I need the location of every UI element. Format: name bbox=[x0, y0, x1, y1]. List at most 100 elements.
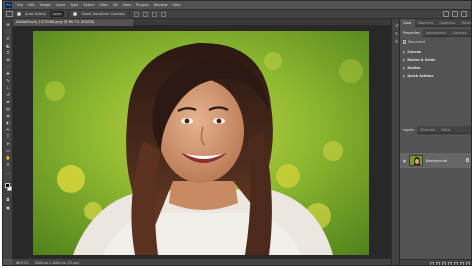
auto-select-label: Auto-Select: bbox=[25, 12, 47, 16]
menu-plugins[interactable]: Plugins bbox=[136, 1, 149, 9]
quick-mask-icon[interactable]: ◘ bbox=[5, 197, 11, 202]
properties-panel: Document ▶ Canvas ▶ Rulers & Grids ▶ Gui… bbox=[400, 38, 471, 128]
layer-name: Background bbox=[426, 158, 448, 163]
portrait-photo bbox=[33, 31, 369, 255]
tab-properties[interactable]: Properties bbox=[400, 28, 423, 37]
history-panel-icon[interactable]: ↺ bbox=[394, 23, 399, 28]
options-divider bbox=[129, 10, 130, 18]
layer-thumbnail bbox=[409, 155, 424, 166]
document-tab[interactable]: AdobeStock_1072068.jpeg @ 66.7% (RGB/8) bbox=[13, 19, 133, 26]
path-select-tool-icon[interactable]: ➤ bbox=[5, 141, 11, 146]
tools-panel: ✥ ⬚ ᕦ ⬕ ⌗ ⊠ ⟋ ✚ ✎ ⊥ ↺ ▰ ▤ ◈ ◐ ✒ T ➤ ▭ ✋ … bbox=[3, 19, 13, 259]
menu-view[interactable]: View bbox=[123, 1, 131, 9]
layer-style-icon[interactable] bbox=[436, 261, 440, 265]
gradient-tool-icon[interactable]: ▤ bbox=[5, 106, 11, 111]
brush-tool-icon[interactable]: ✎ bbox=[5, 78, 11, 83]
lasso-tool-icon[interactable]: ᕦ bbox=[5, 36, 11, 41]
hand-tool-icon[interactable]: ✋ bbox=[5, 155, 11, 160]
new-group-icon[interactable] bbox=[454, 261, 458, 265]
menu-edit[interactable]: Edit bbox=[28, 1, 35, 9]
move-tool-icon[interactable]: ✥ bbox=[5, 22, 11, 27]
more-options-icon[interactable] bbox=[161, 11, 166, 17]
document-info[interactable]: 3000 px x 2000 px (72 ppi) bbox=[35, 261, 80, 265]
clone-stamp-tool-icon[interactable]: ⊥ bbox=[5, 85, 11, 90]
menu-image[interactable]: Image bbox=[40, 1, 51, 9]
chevron-right-icon: ▶ bbox=[403, 74, 406, 78]
tab-patterns[interactable]: Patterns bbox=[458, 19, 471, 27]
rectangle-tool-icon[interactable]: ▭ bbox=[5, 148, 11, 153]
auto-select-dropdown[interactable]: Layer bbox=[50, 11, 65, 17]
options-right-group bbox=[443, 11, 467, 17]
menu-file[interactable]: File bbox=[17, 1, 23, 9]
menu-window[interactable]: Window bbox=[154, 1, 168, 9]
tab-paths[interactable]: Paths bbox=[438, 126, 453, 134]
frame-tool-icon[interactable]: ⊠ bbox=[5, 57, 11, 62]
eyedropper-tool-icon[interactable]: ⟋ bbox=[5, 64, 11, 69]
section-rulers-grids[interactable]: ▶ Rulers & Grids bbox=[403, 58, 435, 62]
auto-select-checkbox[interactable] bbox=[17, 12, 21, 16]
tab-color[interactable]: Color bbox=[400, 18, 415, 27]
menu-3d[interactable]: 3D bbox=[113, 1, 118, 9]
link-layers-icon[interactable] bbox=[430, 261, 434, 265]
trash-icon[interactable] bbox=[466, 261, 470, 265]
more-tools-icon[interactable]: ··· bbox=[5, 171, 11, 176]
foreground-color-swatch[interactable] bbox=[5, 183, 10, 188]
section-quick-actions[interactable]: ▶ Quick Actions bbox=[403, 74, 433, 78]
options-bar: Auto-Select: Layer Show Transform Contro… bbox=[3, 9, 471, 19]
menu-layer[interactable]: Layer bbox=[56, 1, 66, 9]
align-right-icon[interactable] bbox=[152, 11, 157, 17]
menu-type[interactable]: Type bbox=[70, 1, 78, 9]
dodge-tool-icon[interactable]: ◐ bbox=[5, 120, 11, 125]
layer-row-background[interactable]: ◉ Background bbox=[400, 153, 471, 168]
tab-gradients[interactable]: Gradients bbox=[436, 19, 458, 27]
properties-doc-row: Document bbox=[403, 40, 425, 44]
section-canvas[interactable]: ▶ Canvas bbox=[403, 50, 421, 54]
document-icon bbox=[403, 40, 406, 44]
adjustment-layer-icon[interactable] bbox=[448, 261, 452, 265]
tab-libraries[interactable]: Libraries bbox=[449, 29, 469, 37]
brush-settings-icon[interactable]: ✎ bbox=[394, 31, 399, 36]
transform-controls-label: Show Transform Controls bbox=[81, 12, 125, 16]
transform-controls-checkbox[interactable] bbox=[73, 12, 78, 16]
menu-help[interactable]: Help bbox=[173, 1, 181, 9]
tab-channels[interactable]: Channels bbox=[417, 126, 438, 134]
zoom-level[interactable]: 66.67% bbox=[16, 261, 29, 265]
align-left-icon[interactable] bbox=[134, 11, 139, 17]
section-guides[interactable]: ▶ Guides bbox=[403, 66, 420, 70]
section-guides-title: Guides bbox=[407, 66, 421, 70]
type-tool-icon[interactable]: T bbox=[5, 134, 11, 139]
eraser-tool-icon[interactable]: ▰ bbox=[5, 99, 11, 104]
marquee-tool-icon[interactable]: ⬚ bbox=[5, 29, 11, 34]
status-bar: 66.67% 3000 px x 2000 px (72 ppi) bbox=[13, 258, 391, 265]
crop-tool-icon[interactable]: ⌗ bbox=[5, 50, 11, 55]
history-brush-tool-icon[interactable]: ↺ bbox=[5, 92, 11, 97]
photo-canvas[interactable] bbox=[33, 31, 369, 255]
workspace-icon[interactable] bbox=[452, 11, 458, 17]
tab-adjustments[interactable]: Adjustments bbox=[423, 29, 450, 37]
zoom-tool-icon[interactable]: ⚲ bbox=[5, 162, 11, 167]
character-panel-icon[interactable]: A bbox=[394, 39, 399, 44]
move-tool-preset-icon[interactable] bbox=[6, 11, 13, 17]
tab-layers[interactable]: Layers bbox=[400, 125, 417, 134]
healing-brush-tool-icon[interactable]: ✚ bbox=[5, 71, 11, 76]
document-tab-bar: AdobeStock_1072068.jpeg @ 66.7% (RGB/8) bbox=[13, 19, 391, 26]
menu-select[interactable]: Select bbox=[83, 1, 94, 9]
section-canvas-title: Canvas bbox=[407, 50, 422, 54]
app-logo: Ps bbox=[5, 2, 12, 8]
object-select-tool-icon[interactable]: ⬕ bbox=[5, 43, 11, 48]
tab-swatches[interactable]: Swatches bbox=[415, 19, 437, 27]
add-mask-icon[interactable] bbox=[442, 261, 446, 265]
blur-tool-icon[interactable]: ◈ bbox=[5, 113, 11, 118]
align-center-icon[interactable] bbox=[143, 11, 148, 17]
search-icon[interactable] bbox=[443, 11, 449, 17]
right-panels: Color Swatches Gradients Patterns Proper… bbox=[400, 18, 471, 265]
menu-bar: Ps File Edit Image Layer Type Select Fil… bbox=[3, 1, 471, 9]
menu-filter[interactable]: Filter bbox=[99, 1, 108, 9]
visibility-eye-icon[interactable]: ◉ bbox=[403, 159, 406, 163]
canvas-area[interactable] bbox=[13, 26, 391, 258]
share-icon[interactable] bbox=[461, 11, 467, 17]
options-divider bbox=[68, 10, 70, 18]
new-layer-icon[interactable] bbox=[460, 261, 464, 265]
screen-mode-icon[interactable]: ▣ bbox=[5, 205, 11, 210]
pen-tool-icon[interactable]: ✒ bbox=[5, 127, 11, 132]
